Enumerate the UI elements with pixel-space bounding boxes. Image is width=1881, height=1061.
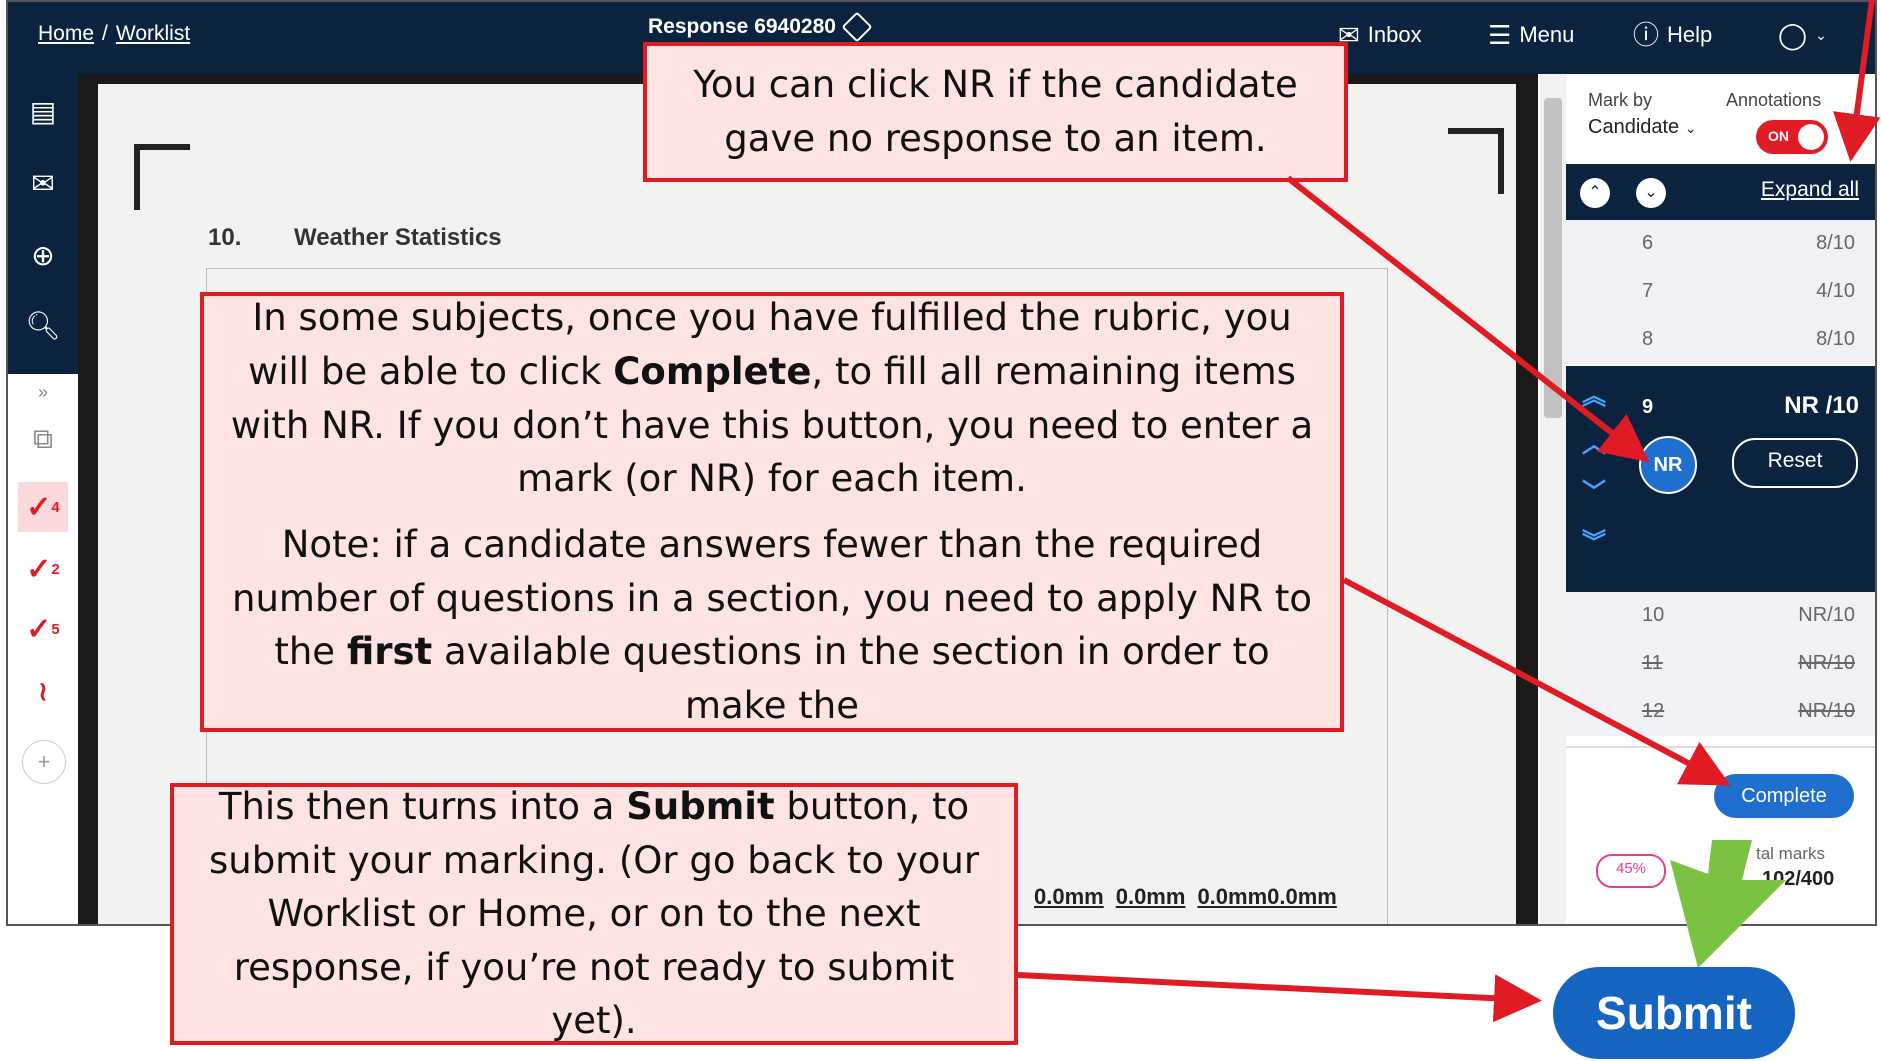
annotation-arrows <box>1017 0 1881 1023</box>
arrow-to-expand-all <box>1832 0 1881 162</box>
green-arrow <box>1670 840 1786 968</box>
arrow-to-nr <box>1286 175 1650 463</box>
arrow-to-submit <box>1017 972 1542 1023</box>
submit-button[interactable]: Submit <box>1553 967 1795 1059</box>
arrow-to-complete <box>1342 577 1731 786</box>
